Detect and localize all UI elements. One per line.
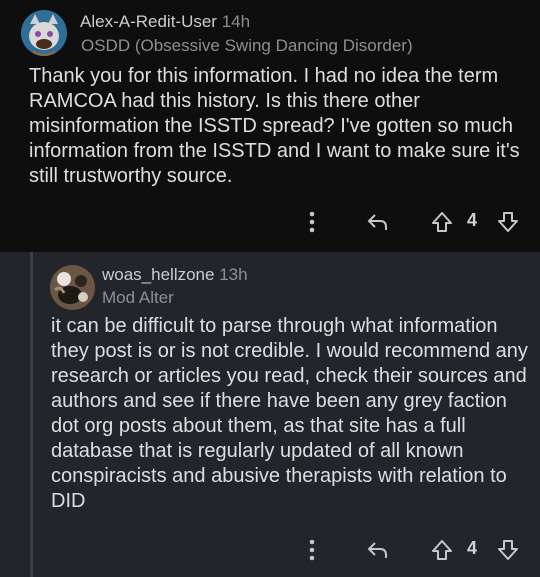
- reply-arrow-icon[interactable]: [366, 208, 390, 236]
- username[interactable]: Alex-A-Redit-User: [80, 12, 217, 31]
- comment-body: it can be difficult to parse through wha…: [51, 315, 528, 512]
- more-vertical-icon[interactable]: [304, 208, 320, 236]
- comment-actions: 4: [300, 208, 530, 236]
- upvote-arrow-icon[interactable]: [430, 536, 454, 564]
- reply-arrow-icon[interactable]: [366, 536, 390, 564]
- timestamp: 14h: [221, 12, 251, 31]
- user-flair: OSDD (Obsessive Swing Dancing Disorder): [81, 36, 413, 55]
- username-line: woas_hellzone 13h: [102, 265, 248, 285]
- username[interactable]: woas_hellzone: [102, 265, 214, 284]
- upvote-arrow-icon[interactable]: [430, 208, 454, 236]
- comment-card: Alex-A-Redit-User 14h OSDD (Obsessive Sw…: [0, 0, 540, 252]
- avatar[interactable]: [50, 265, 95, 310]
- avatar[interactable]: [21, 10, 67, 56]
- downvote-arrow-icon[interactable]: [496, 536, 520, 564]
- more-vertical-icon[interactable]: [304, 536, 320, 564]
- downvote-arrow-icon[interactable]: [496, 208, 520, 236]
- vote-score: 4: [467, 210, 478, 230]
- reply-comment-card: woas_hellzone 13h Mod Alter it can be di…: [0, 252, 540, 577]
- thread-line[interactable]: [30, 252, 33, 577]
- comment-actions: 4: [300, 536, 530, 564]
- user-flair: Mod Alter: [102, 288, 174, 307]
- timestamp: 13h: [219, 265, 248, 284]
- username-line: Alex-A-Redit-User 14h: [80, 12, 250, 32]
- comment-body: Thank you for this information. I had no…: [29, 65, 520, 187]
- vote-score: 4: [467, 538, 478, 558]
